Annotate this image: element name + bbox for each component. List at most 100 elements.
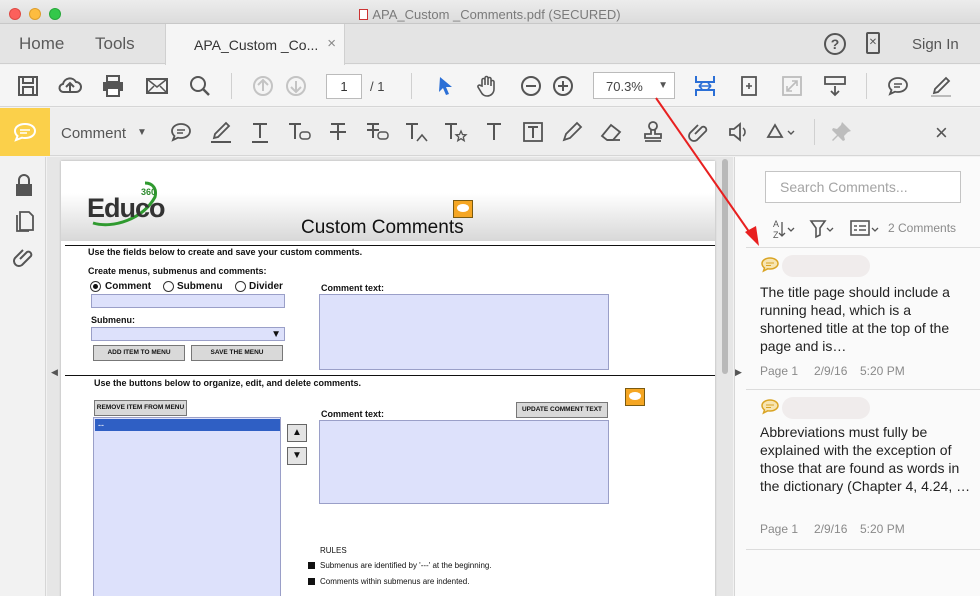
underline-text-icon[interactable] [247,119,273,145]
comment-menu-label[interactable]: Comment [61,125,126,142]
chevron-down-icon: ▼ [658,80,668,91]
previous-page-icon[interactable] [250,73,276,99]
remove-item-from-menu-button[interactable]: REMOVE ITEM FROM MENU [94,400,187,416]
sticky-note-annotation-icon[interactable] [453,200,473,218]
insert-text-icon[interactable] [403,119,429,145]
sort-az-icon[interactable]: AZ [772,217,796,244]
strikethrough-icon[interactable] [325,119,351,145]
pencil-icon[interactable] [559,119,585,145]
hand-tool-icon[interactable] [474,73,500,99]
radio-submenu-label: Submenu [177,281,223,292]
add-item-to-menu-button[interactable]: ADD ITEM TO MENU [93,345,185,361]
eraser-icon[interactable] [598,119,624,145]
comments-filter-bar: AZ 2 Comments [735,215,980,245]
sign-in-link[interactable]: Sign In [912,36,959,53]
comment-text: The title page should include a running … [760,284,950,354]
attachments-icon[interactable] [13,245,35,269]
instruction-create: Use the fields below to create and save … [88,247,363,257]
comment-list-selected-row[interactable]: -- [95,419,280,431]
select-cursor-icon[interactable] [432,73,458,99]
document-scrollbar-thumb[interactable] [722,159,728,374]
email-icon[interactable] [144,73,170,99]
comment-card[interactable]: The title page should include a running … [746,247,980,390]
radio-comment-label: Comment [105,281,152,292]
collapse-left-pane-icon[interactable]: ◀ [51,367,58,378]
search-comments-input[interactable] [765,171,961,203]
lock-icon[interactable] [13,173,35,197]
document-scrollbar[interactable] [720,157,730,596]
left-nav-rail [0,157,46,596]
radio-divider[interactable] [235,281,246,292]
comment-text-field[interactable] [319,294,609,370]
zoom-level-select[interactable]: 70.3% ▼ [593,72,675,99]
document-viewport[interactable]: ◀ Educo 360 Custom Comments Use the fiel… [47,157,733,596]
radio-comment[interactable] [90,281,101,292]
nav-tools[interactable]: Tools [95,34,135,54]
fit-width-icon[interactable] [692,73,718,99]
help-icon[interactable]: ? [824,33,846,55]
next-page-icon[interactable] [283,73,309,99]
document-tab-close-icon[interactable]: × [327,35,336,52]
comment-text: Abbreviations must fully be explained wi… [760,424,971,494]
comment-options-icon[interactable] [849,217,881,244]
stamp-icon[interactable] [640,119,666,145]
highlight-pen-icon[interactable] [928,73,954,99]
add-text-icon[interactable] [481,119,507,145]
page-number-input[interactable]: 1 [326,74,362,99]
comment-bubble-icon[interactable] [885,73,911,99]
comment-bubble-icon [13,122,37,142]
sticky-note-annotation-icon[interactable] [625,388,645,406]
radio-submenu[interactable] [163,281,174,292]
toolbar-divider [231,73,232,99]
mobile-link-icon[interactable]: ✕ [866,32,880,54]
chevron-down-icon[interactable]: ▼ [137,127,147,138]
save-the-menu-button[interactable]: SAVE THE MENU [191,345,283,361]
menu-item-name-field[interactable] [91,294,285,308]
comment-card[interactable]: Abbreviations must fully be explained wi… [746,390,980,550]
filter-icon[interactable] [809,217,835,244]
comment-date: 2/9/16 [814,522,848,536]
zoom-out-icon[interactable] [518,73,544,99]
edit-comment-text-field[interactable] [319,420,609,504]
drawing-tools-icon[interactable] [764,119,798,145]
rule-bullet [308,562,315,569]
zoom-in-icon[interactable] [550,73,576,99]
update-comment-text-button[interactable]: UPDATE COMMENT TEXT [516,402,608,418]
text-box-icon[interactable] [520,119,546,145]
move-up-button[interactable]: ▲ [287,424,307,442]
upload-cloud-icon[interactable] [57,73,83,99]
search-icon[interactable] [187,73,213,99]
pin-icon[interactable] [828,119,854,145]
full-screen-icon[interactable] [779,73,805,99]
rotate-page-icon[interactable] [736,73,762,99]
close-comment-toolbar-icon[interactable]: × [935,120,948,146]
pdf-file-icon [359,9,369,20]
svg-text:A: A [773,219,779,229]
svg-text:Z: Z [773,230,779,240]
comment-time: 5:20 PM [860,364,905,378]
collapse-right-pane-icon[interactable]: ▶ [735,367,745,378]
comment-bubble-icon [761,257,779,273]
highlight-text-icon[interactable] [208,119,234,145]
submenu-select[interactable]: ▼ [91,327,285,341]
print-icon[interactable] [100,73,126,99]
comment-text-label: Comment text: [321,283,385,293]
add-note-to-text-icon[interactable] [442,119,468,145]
sticky-note-icon[interactable] [168,119,194,145]
text-comment-icon[interactable] [286,119,312,145]
comment-list-box[interactable] [93,417,281,596]
attach-file-icon[interactable] [686,119,712,145]
toolbar-divider [866,73,867,99]
rule-bullet [308,578,315,585]
document-tab[interactable]: APA_Custom _Co... × [165,24,345,65]
replace-text-icon[interactable] [364,119,390,145]
page-thumbnails-icon[interactable] [13,209,35,233]
record-audio-icon[interactable] [726,119,752,145]
move-down-button[interactable]: ▼ [287,447,307,465]
divider-line [65,245,715,246]
rule-item: Submenus are identified by '---' at the … [320,561,492,570]
educo-logo-text: Educo [87,193,166,223]
nav-home[interactable]: Home [19,34,64,54]
save-icon[interactable] [15,73,41,99]
read-mode-icon[interactable] [822,73,848,99]
